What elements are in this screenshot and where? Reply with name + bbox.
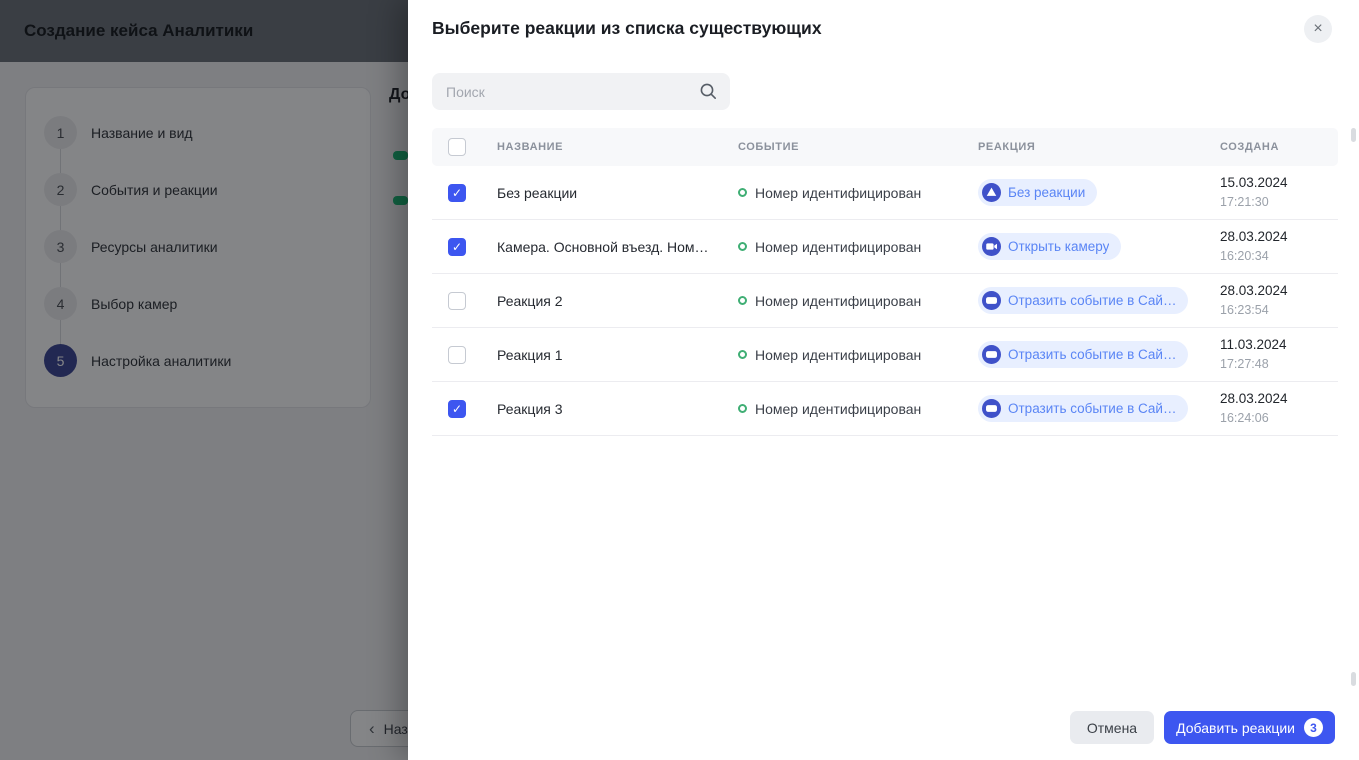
row-checkbox[interactable]: ✓	[448, 238, 466, 256]
created-date: 28.03.2024	[1220, 389, 1338, 409]
reaction-badge: Отразить событие в Сай…	[978, 341, 1188, 368]
reaction-badge: Открыть камеру	[978, 233, 1121, 260]
reaction-badge-label: Отразить событие в Сай…	[1008, 401, 1176, 416]
created-date: 28.03.2024	[1220, 281, 1338, 301]
reaction-badge: Отразить событие в Сай…	[978, 287, 1188, 314]
search-input[interactable]	[432, 73, 730, 110]
event-name: Номер идентифицирован	[755, 185, 921, 201]
search-icon	[699, 82, 718, 101]
event-name: Номер идентифицирован	[755, 293, 921, 309]
created-date: 11.03.2024	[1220, 335, 1338, 355]
event-status-icon	[738, 350, 747, 359]
event-name: Номер идентифицирован	[755, 401, 921, 417]
broadcast-icon	[982, 291, 1001, 310]
add-reactions-button[interactable]: Добавить реакции 3	[1164, 711, 1335, 744]
table-row[interactable]: Реакция 2 Номер идентифицирован Отразить с…	[432, 274, 1338, 328]
table-row[interactable]: ✓ Реакция 3 Номер идентифицирован Отразить …	[432, 382, 1338, 436]
alarm-icon	[982, 183, 1001, 202]
search-box	[432, 73, 730, 110]
screen: Создание кейса Аналитики 1Название и вид…	[0, 0, 1359, 760]
selected-count-badge: 3	[1304, 718, 1323, 737]
created-time: 17:27:48	[1220, 355, 1338, 374]
reactions-table: НАЗВАНИЕ СОБЫТИЕ РЕАКЦИЯ СОЗДАНА ✓ Без ре…	[432, 128, 1338, 436]
modal-title: Выберите реакции из списка существующих	[432, 18, 822, 39]
table-row[interactable]: ✓ Камера. Основной въезд. Ном… Номер идент…	[432, 220, 1338, 274]
broadcast-icon	[982, 399, 1001, 418]
broadcast-icon	[982, 345, 1001, 364]
scrollbar-thumb[interactable]	[1351, 128, 1356, 142]
reaction-badge-label: Без реакции	[1008, 185, 1085, 200]
created-time: 16:23:54	[1220, 301, 1338, 320]
reaction-badge: Без реакции	[978, 179, 1097, 206]
reaction-name: Реакция 3	[497, 401, 738, 417]
created-time: 16:20:34	[1220, 247, 1338, 266]
reaction-name: Без реакции	[497, 185, 738, 201]
scrollbar-thumb[interactable]	[1351, 672, 1356, 686]
reaction-badge-label: Отразить событие в Сай…	[1008, 347, 1176, 362]
select-all-checkbox[interactable]	[448, 138, 466, 156]
close-icon: ×	[1313, 21, 1322, 37]
created-time: 17:21:30	[1220, 193, 1338, 212]
event-status-icon	[738, 242, 747, 251]
event-name: Номер идентифицирован	[755, 239, 921, 255]
row-checkbox[interactable]: ✓	[448, 184, 466, 202]
row-checkbox[interactable]: ✓	[448, 400, 466, 418]
reaction-badge-label: Отразить событие в Сай…	[1008, 293, 1176, 308]
event-status-icon	[738, 404, 747, 413]
column-header-reaction: РЕАКЦИЯ	[978, 141, 1220, 153]
event-name: Номер идентифицирован	[755, 347, 921, 363]
created-time: 16:24:06	[1220, 409, 1338, 428]
camera-icon	[982, 237, 1001, 256]
reaction-name: Камера. Основной въезд. Ном…	[497, 239, 738, 255]
event-status-icon	[738, 296, 747, 305]
reaction-name: Реакция 1	[497, 347, 738, 363]
row-checkbox[interactable]	[448, 292, 466, 310]
row-checkbox[interactable]	[448, 346, 466, 364]
reactions-modal: Выберите реакции из списка существующих …	[408, 0, 1359, 760]
cancel-button[interactable]: Отмена	[1070, 711, 1154, 744]
modal-footer: Отмена Добавить реакции 3	[1070, 711, 1335, 744]
reaction-badge: Отразить событие в Сай…	[978, 395, 1188, 422]
add-reactions-label: Добавить реакции	[1176, 720, 1295, 736]
reaction-name: Реакция 2	[497, 293, 738, 309]
column-header-name: НАЗВАНИЕ	[497, 141, 738, 153]
reaction-badge-label: Открыть камеру	[1008, 239, 1109, 254]
created-date: 28.03.2024	[1220, 227, 1338, 247]
close-button[interactable]: ×	[1304, 15, 1332, 43]
table-row[interactable]: Реакция 1 Номер идентифицирован Отразить с…	[432, 328, 1338, 382]
table-row[interactable]: ✓ Без реакции Номер идентифицирован Без реа…	[432, 166, 1338, 220]
column-header-event: СОБЫТИЕ	[738, 141, 978, 153]
column-header-created: СОЗДАНА	[1220, 141, 1338, 153]
event-status-icon	[738, 188, 747, 197]
created-date: 15.03.2024	[1220, 173, 1338, 193]
table-header-row: НАЗВАНИЕ СОБЫТИЕ РЕАКЦИЯ СОЗДАНА	[432, 128, 1338, 166]
